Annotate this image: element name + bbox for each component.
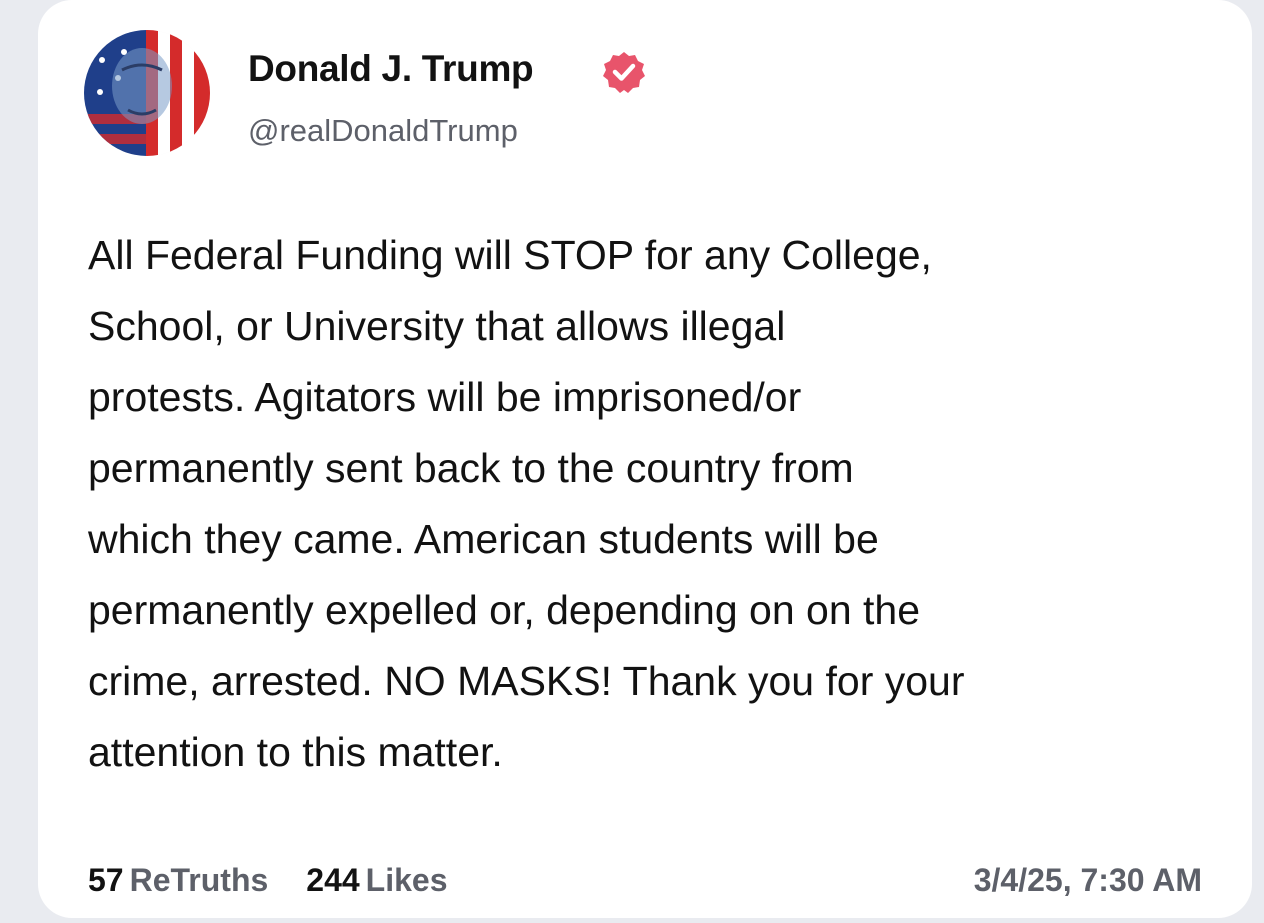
post-text-line: which they came. American students will … <box>88 516 879 562</box>
post-text-line: attention to this matter. <box>88 729 503 775</box>
post-text-line: crime, arrested. NO MASKS! Thank you for… <box>88 658 965 704</box>
likes-count: 244 <box>306 862 360 898</box>
post-card: Donald J. Trump @realDonaldTrump All Fed… <box>38 0 1252 918</box>
post-text-line: permanently expelled or, depending on on… <box>88 587 921 633</box>
likes-stat[interactable]: 244 Likes <box>306 862 447 899</box>
post-text-line: School, or University that allows illega… <box>88 303 786 349</box>
retruths-count: 57 <box>88 862 124 898</box>
author-handle[interactable]: @realDonaldTrump <box>248 113 518 149</box>
profile-avatar[interactable] <box>84 30 210 156</box>
retruths-label: ReTruths <box>129 862 269 898</box>
post-body: All Federal Funding will STOP for any Co… <box>88 220 1218 788</box>
retruths-stat[interactable]: 57 ReTruths <box>88 862 268 899</box>
post-stats: 57 ReTruths 244 Likes <box>88 862 486 899</box>
author-display-name[interactable]: Donald J. Trump <box>248 48 534 90</box>
post-text-line: protests. Agitators will be imprisoned/o… <box>88 374 802 420</box>
post-text-line: permanently sent back to the country fro… <box>88 445 854 491</box>
likes-label: Likes <box>365 862 448 898</box>
post-text-line: All Federal Funding will STOP for any Co… <box>88 232 932 278</box>
verified-badge-icon <box>602 50 646 94</box>
post-timestamp[interactable]: 3/4/25, 7:30 AM <box>974 862 1202 899</box>
